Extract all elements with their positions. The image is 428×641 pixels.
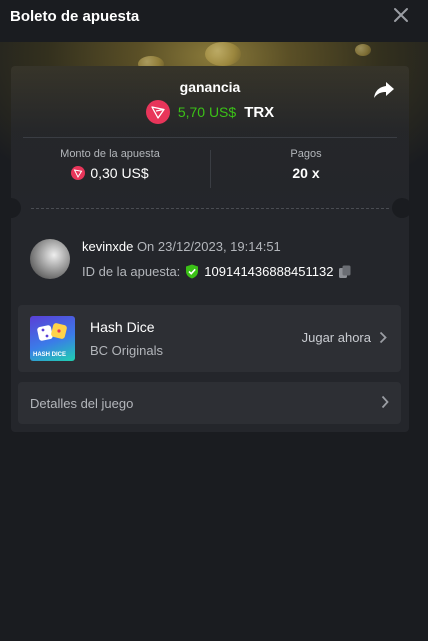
play-now-button[interactable]: Jugar ahora <box>302 330 387 345</box>
coin-decoration <box>205 42 241 66</box>
trx-coin-icon <box>71 166 86 180</box>
divider <box>23 137 397 138</box>
bet-amount-stat: Monto de la apuesta 0,30 US$ <box>15 148 205 181</box>
game-details-row[interactable]: Detalles del juego <box>18 382 401 424</box>
win-amount: 5,70 US$ <box>177 104 237 120</box>
bet-amount-label: Monto de la apuesta <box>60 148 160 160</box>
bet-date: On 23/12/2023, 19:14:51 <box>136 239 281 254</box>
win-amount-row: 5,70 US$ TRX <box>11 100 409 124</box>
dashed-separator <box>31 208 389 209</box>
bet-ticket-card: ganancia 5,70 US$ TRX Monto de la apuest… <box>11 66 409 432</box>
game-thumbnail-label: HASH DICE <box>33 352 67 358</box>
payout-value: 20 x <box>292 165 320 181</box>
play-now-label: Jugar ahora <box>301 330 371 345</box>
share-icon[interactable] <box>373 80 395 100</box>
modal-header: Boleto de apuesta <box>0 0 428 32</box>
close-icon[interactable] <box>393 7 409 23</box>
bet-id-label: ID de la apuesta: <box>82 264 181 279</box>
chevron-right-icon <box>381 395 389 409</box>
bet-amount-value: 0,30 US$ <box>90 165 149 181</box>
chevron-right-icon <box>379 331 387 344</box>
payout-stat: Pagos 20 x <box>211 148 401 181</box>
game-provider: BC Originals <box>90 343 163 358</box>
ticket-notch <box>1 198 21 218</box>
avatar[interactable] <box>30 239 70 279</box>
ticket-notch <box>392 198 412 218</box>
bet-id-value: 109141436888451132 <box>204 264 334 279</box>
copy-icon[interactable] <box>338 265 352 279</box>
game-name: Hash Dice <box>90 319 155 335</box>
coin-decoration <box>355 44 371 56</box>
trx-coin-icon <box>145 100 170 124</box>
payout-label: Pagos <box>290 148 322 160</box>
game-card[interactable]: HASH DICE Hash Dice BC Originals Jugar a… <box>18 305 401 372</box>
win-label: ganancia <box>179 79 241 95</box>
game-details-label: Detalles del juego <box>30 396 134 411</box>
username[interactable]: kevinxde <box>82 239 133 254</box>
user-info: kevinxde On 23/12/2023, 19:14:51 <box>82 239 281 254</box>
verified-shield-icon <box>186 264 199 279</box>
game-thumbnail[interactable]: HASH DICE <box>30 316 75 361</box>
bet-id-row: ID de la apuesta: 109141436888451132 <box>82 264 352 279</box>
win-currency: TRX <box>244 103 275 121</box>
modal-title: Boleto de apuesta <box>10 8 140 25</box>
